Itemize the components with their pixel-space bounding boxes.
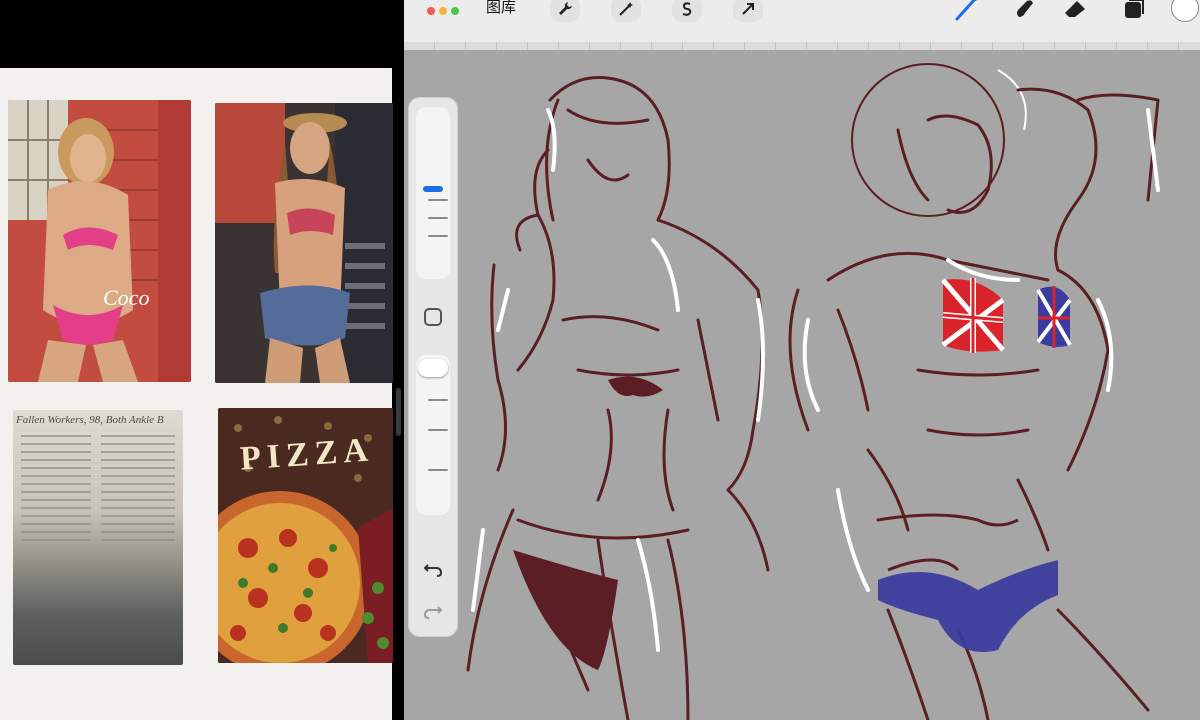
adjustments-button[interactable] <box>611 0 641 22</box>
brush-size-thumb[interactable] <box>423 186 443 192</box>
undo-icon <box>423 564 443 577</box>
gallery-button[interactable]: 图库 <box>486 0 516 16</box>
actions-button[interactable] <box>550 0 580 22</box>
selection-button[interactable] <box>672 0 702 22</box>
window-minimize-dot[interactable] <box>439 7 447 15</box>
color-swatch-button[interactable] <box>1171 0 1199 22</box>
reference-panel: Coco Fallen Workers, 98, Both Ankle B PI… <box>0 0 393 720</box>
redo-icon <box>423 606 443 619</box>
smudge-button[interactable] <box>1008 0 1038 24</box>
clipping-headline: Fallen Workers, 98, Both Ankle B <box>16 414 164 426</box>
selection-s-icon <box>682 2 692 16</box>
move-arrow-icon <box>742 3 754 15</box>
brush-icon <box>955 0 977 21</box>
toolbar-ruler-strip <box>404 42 1200 50</box>
transform-button[interactable] <box>733 0 763 22</box>
opacity-slider[interactable] <box>416 355 450 515</box>
slider-tick <box>428 469 448 471</box>
layers-icon <box>1125 0 1144 18</box>
reference-photo-1: Coco <box>8 100 191 382</box>
opacity-thumb[interactable] <box>418 359 448 377</box>
smudge-icon <box>1017 0 1033 17</box>
modify-square-button[interactable] <box>424 308 442 326</box>
window-close-dot[interactable] <box>427 7 435 15</box>
split-view-handle[interactable] <box>396 388 401 436</box>
redo-button[interactable] <box>422 599 444 621</box>
brush-button[interactable] <box>952 0 982 24</box>
sidebar <box>408 97 458 637</box>
undo-button[interactable] <box>422 557 444 579</box>
top-toolbar: 图库 <box>404 0 1200 42</box>
svg-text:Coco: Coco <box>103 285 149 310</box>
drawing-app-window: 图库 <box>404 0 1200 720</box>
slider-tick <box>428 217 448 219</box>
magic-wand-icon <box>619 2 633 16</box>
slider-tick <box>428 199 448 201</box>
layers-button[interactable] <box>1119 0 1149 24</box>
slider-tick <box>428 235 448 237</box>
window-zoom-dot[interactable] <box>451 7 459 15</box>
drawing-canvas[interactable] <box>458 50 1200 720</box>
eraser-button[interactable] <box>1060 0 1090 24</box>
reference-newspaper-clipping <box>13 410 183 665</box>
wrench-icon <box>559 2 572 15</box>
brush-size-slider[interactable] <box>416 107 450 279</box>
slider-tick <box>428 399 448 401</box>
slider-tick <box>428 429 448 431</box>
eraser-icon <box>1065 1 1085 17</box>
reference-photo-2 <box>215 103 393 383</box>
